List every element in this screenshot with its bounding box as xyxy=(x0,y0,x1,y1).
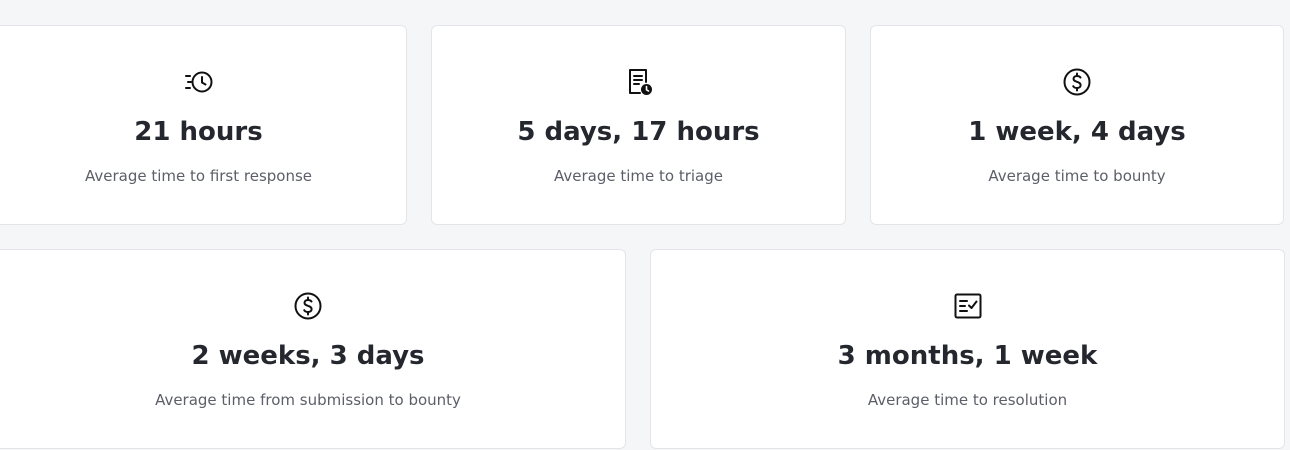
metric-card-bounty: 1 week, 4 days Average time to bounty xyxy=(870,25,1284,225)
document-clock-icon xyxy=(624,67,654,97)
metric-label: Average time to bounty xyxy=(988,167,1166,185)
metric-value: 2 weeks, 3 days xyxy=(191,341,425,371)
metric-label: Average time from submission to bounty xyxy=(155,391,461,409)
metric-value: 21 hours xyxy=(134,117,263,147)
metric-card-first-response: 21 hours Average time to first response xyxy=(0,25,407,225)
metric-card-submission-to-bounty: 2 weeks, 3 days Average time from submis… xyxy=(0,249,626,449)
metric-label: Average time to triage xyxy=(553,167,723,185)
checklist-icon xyxy=(953,291,983,321)
metric-card-triage: 5 days, 17 hours Average time to triage xyxy=(431,25,846,225)
metric-value: 5 days, 17 hours xyxy=(517,117,760,147)
metric-label: Average time to resolution xyxy=(867,391,1068,409)
metric-value: 3 months, 1 week xyxy=(837,341,1098,371)
dollar-circle-icon xyxy=(293,291,323,321)
fast-clock-icon xyxy=(184,67,214,97)
dollar-circle-icon xyxy=(1062,67,1092,97)
metric-card-resolution: 3 months, 1 week Average time to resolut… xyxy=(650,249,1285,449)
metric-value: 1 week, 4 days xyxy=(968,117,1186,147)
metric-label: Average time to first response xyxy=(84,167,313,185)
